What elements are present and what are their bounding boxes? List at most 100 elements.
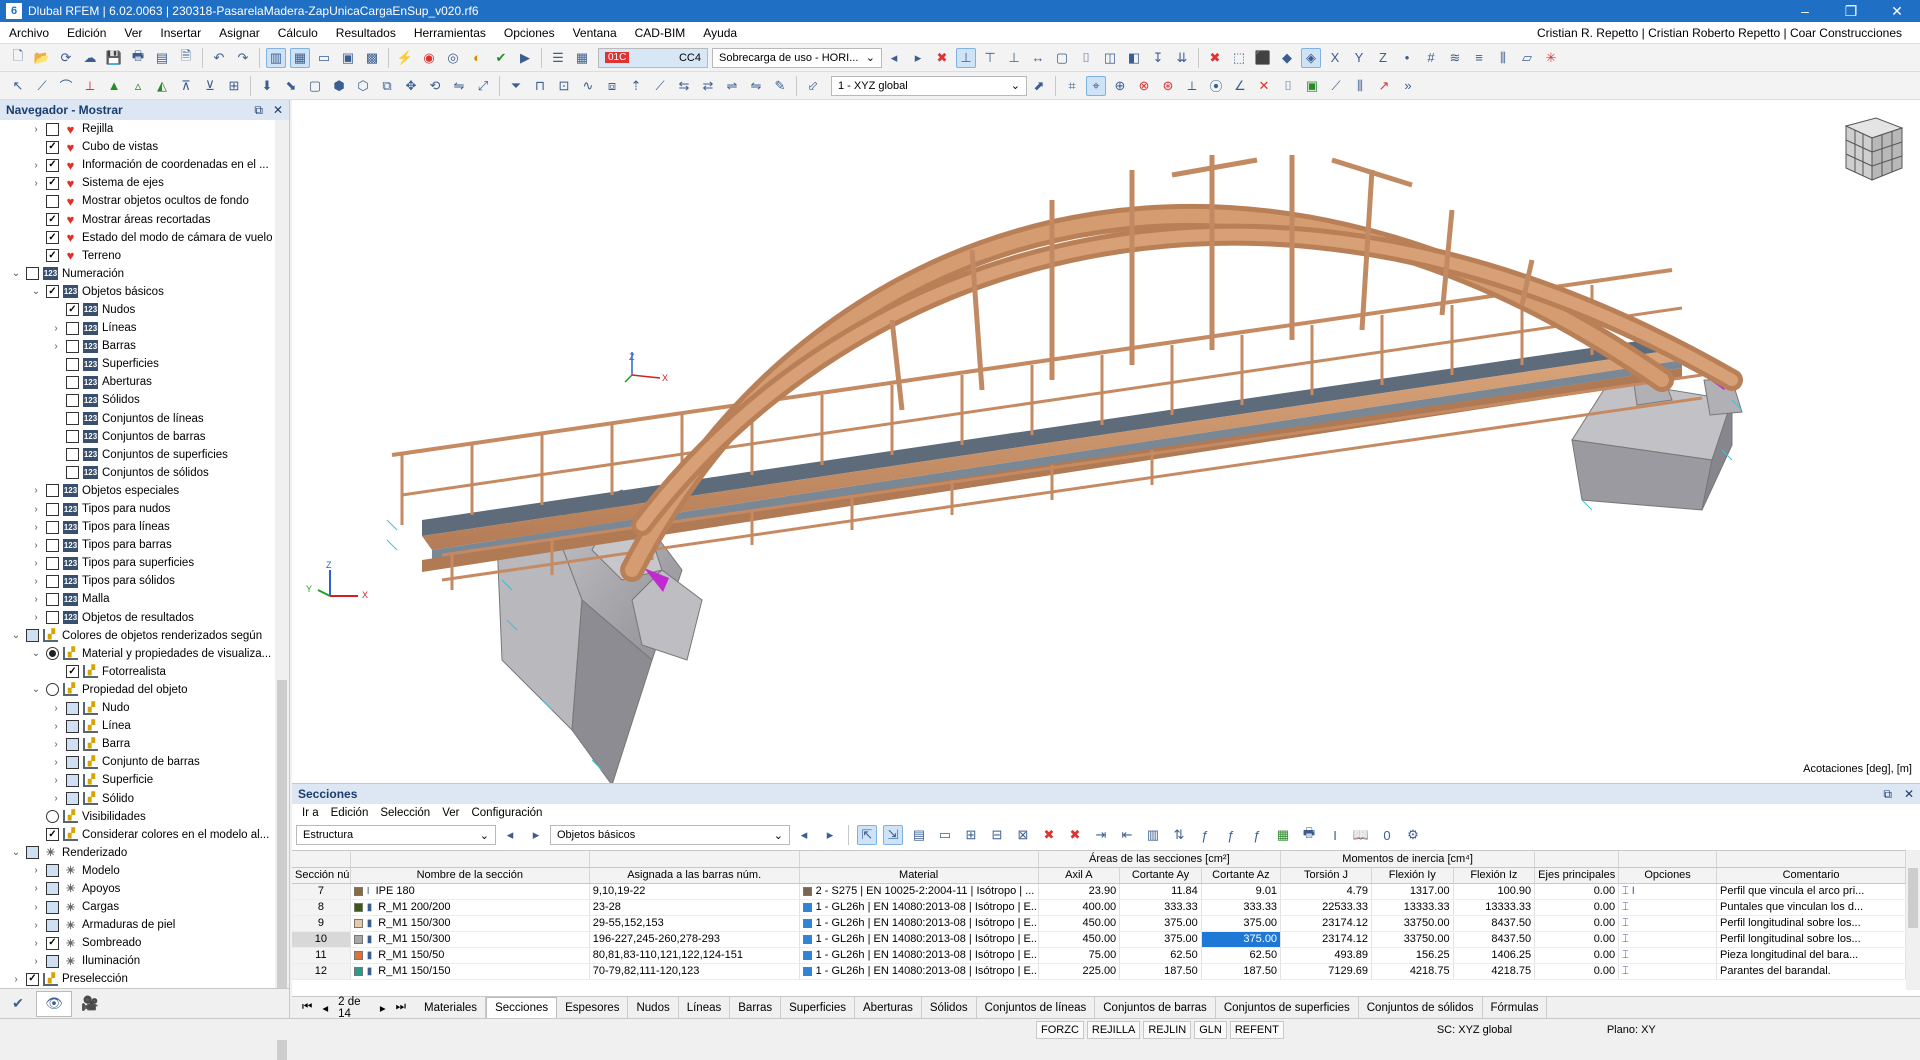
cell-assigned-bars[interactable]: 80,81,83-110,121,122,124-151 [589,947,800,964]
col-header-principal-axes[interactable]: Ejes principales α [deg] [1534,867,1620,884]
tree-item[interactable]: ♥ Estado del modo de cámara de vuelo [0,229,275,247]
checkbox[interactable] [66,430,79,444]
expander-icon[interactable]: › [50,793,62,804]
align-2-icon[interactable]: ⇌ [722,76,742,96]
save-icon[interactable]: 💾 [104,48,124,68]
table-tab[interactable]: Nudos [628,997,679,1018]
cell-assigned-bars[interactable]: 29-55,152,153 [589,915,800,932]
table-row[interactable]: 9 ▮ R_M1 150/300 29-55,152,153 1 - GL26h | E… [292,915,1906,932]
expander-icon[interactable]: › [30,160,42,171]
decimals-icon[interactable]: 0 [1377,825,1397,845]
cell-shear-az[interactable]: 187.50 [1201,963,1282,980]
expander-icon[interactable]: › [50,703,62,714]
nodal-support-icon[interactable]: ⊤ [980,48,1000,68]
opening-tool-icon[interactable]: ▵ [128,76,148,96]
expander-icon[interactable]: › [30,540,42,551]
bars-icon[interactable]: ⫼ [1350,76,1370,96]
cell-axial-a[interactable]: 75.00 [1038,947,1121,964]
cell-axial-a[interactable]: 400.00 [1038,899,1121,916]
tree-item[interactable]: 123 Conjuntos de superficies [0,446,275,464]
tree-item[interactable]: › ☀ Iluminación [0,952,275,970]
tree-item[interactable]: ⌄ ▞ Propiedad del objeto [0,681,275,699]
col-header-torsion-j[interactable]: Torsión J [1280,867,1372,884]
tree-item[interactable]: › ♥ Información de coordenadas en el ... [0,156,275,174]
cell-principal-axes[interactable]: 0.00 [1534,899,1620,916]
tree-item[interactable]: › 123 Líneas [0,319,275,337]
line-tool-icon[interactable]: ⟋ [32,76,52,96]
previous-icon[interactable]: ◂ [500,825,520,845]
status-toggle-rejilla[interactable]: REJILLA [1086,1020,1141,1039]
expander-icon[interactable]: ⌄ [30,286,42,297]
x-axis-icon[interactable]: X [1325,48,1345,68]
line-support-icon[interactable]: ⊥ [1004,48,1024,68]
table-tab[interactable]: Conjuntos de líneas [977,997,1096,1018]
close-icon[interactable]: ✕ [1904,787,1914,802]
table-row[interactable]: 12 ▮ R_M1 150/150 70-79,82,111-120,123 1 - G… [292,963,1906,980]
tree-item[interactable]: › ☀ Cargas [0,898,275,916]
data-tab-icon[interactable]: ✔ [0,991,36,1017]
checkbox[interactable] [46,936,59,950]
print-icon[interactable]: 🖶 [128,48,148,68]
expander-icon[interactable]: › [30,576,42,587]
table-tab[interactable]: Aberturas [855,997,922,1018]
tree-item[interactable]: ▞ Fotorrealista [0,663,275,681]
checkbox[interactable] [26,267,39,281]
cell-section-no[interactable]: 7 [292,883,351,900]
hinge-tool-icon[interactable]: ⊻ [200,76,220,96]
cell-shear-az[interactable]: 375.00 [1201,931,1282,948]
arc-tool-icon[interactable]: ⌒ [56,76,76,96]
cell-assigned-bars[interactable]: 23-28 [589,899,800,916]
expander-icon[interactable]: › [50,721,62,732]
cell-section-no[interactable]: 8 [292,899,351,916]
scroll-thumb[interactable] [1908,868,1918,928]
surfaces-icon[interactable]: ▱ [1517,48,1537,68]
layer-icon[interactable]: ≋ [1445,48,1465,68]
menu-edicion[interactable]: Edición [58,26,115,40]
expander-icon[interactable]: ⌄ [10,268,22,279]
col-header-bending-iz[interactable]: Flexión Iz [1453,867,1536,884]
col-header-options[interactable]: Opciones [1618,867,1718,884]
columns-icon[interactable]: ▥ [1143,825,1163,845]
checkbox[interactable] [66,792,79,806]
close-icon[interactable]: ✕ [273,103,283,118]
object-type-combo[interactable]: Objetos básicos ⌄ [550,825,790,845]
lines-icon[interactable]: ≡ [1469,48,1489,68]
move-tool-icon[interactable]: ✥ [401,76,421,96]
tree-item[interactable]: › ▞ Superficie [0,771,275,789]
section-options-icon[interactable]: ⌶ [1622,885,1632,897]
node-icon[interactable]: • [1397,48,1417,68]
radio-button[interactable] [46,683,59,697]
cell-bending-iz[interactable]: 8437.50 [1453,915,1536,932]
table-tab[interactable]: Conjuntos de sólidos [1359,997,1483,1018]
align-icon[interactable]: ⇆ [674,76,694,96]
menu-resultados[interactable]: Resultados [327,26,405,40]
expander-icon[interactable]: › [50,739,62,750]
coordinate-system-combo[interactable]: 1 - XYZ global ⌄ [831,75,1027,96]
new-model-icon[interactable]: 🗋 [8,48,28,68]
results-view-icon[interactable]: ◐ [467,48,487,68]
tree-item[interactable]: › ▞ Conjunto de barras [0,753,275,771]
next-page-icon[interactable]: ▸ [380,1001,386,1015]
surface-tool-icon[interactable]: ▲ [104,76,124,96]
tree-item[interactable]: › ☀ Sombreado [0,934,275,952]
checkbox[interactable] [26,846,39,860]
expander-icon[interactable]: ⌄ [10,847,22,858]
snap-node-icon[interactable]: ⊕ [1110,76,1130,96]
check-icon[interactable]: ✔ [491,48,511,68]
expander-icon[interactable]: › [30,612,42,623]
checkbox[interactable] [46,285,59,299]
checkbox[interactable] [66,321,79,335]
checkbox[interactable] [46,864,59,878]
cell-shear-ay[interactable]: 11.84 [1119,883,1202,900]
cell-material[interactable]: 1 - GL26h | EN 14080:2013-08 | Isótropo … [799,947,1039,964]
col-header-axial-a[interactable]: Axil A [1038,867,1121,884]
table-tab[interactable]: Líneas [679,997,731,1018]
next-icon[interactable]: ▸ [820,825,840,845]
table-view-icon[interactable]: ▤ [909,825,929,845]
snap-angle-icon[interactable]: ∠ [1230,76,1250,96]
radio-button[interactable] [46,810,59,824]
display-loads-icon[interactable]: ✖ [932,48,952,68]
cell-bending-iy[interactable]: 13333.33 [1371,899,1454,916]
cell-shear-az[interactable]: 9.01 [1201,883,1282,900]
table-row[interactable]: 10 ▮ R_M1 150/300 196-227,245-260,278-293 1 … [292,931,1906,948]
